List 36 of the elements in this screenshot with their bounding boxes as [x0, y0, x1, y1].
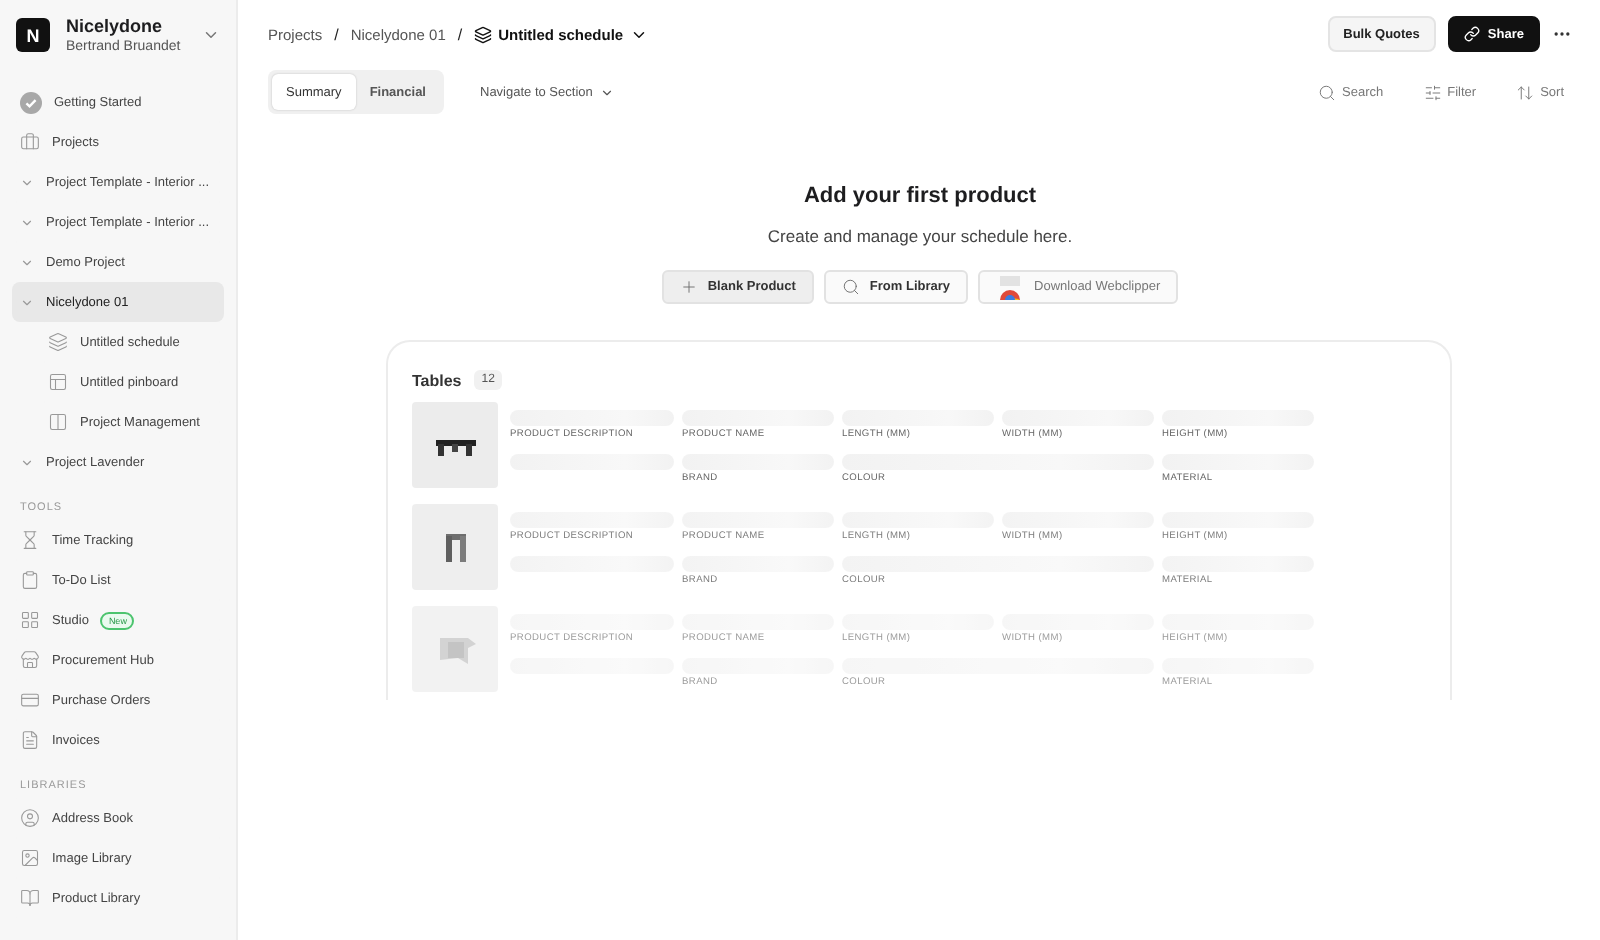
briefcase-icon	[20, 132, 40, 152]
chevron-icon	[20, 255, 34, 269]
chevron-icon	[20, 175, 34, 189]
store-icon	[20, 650, 40, 670]
chevron-icon	[600, 85, 615, 99]
clipboard-icon	[20, 570, 40, 590]
search-icon	[841, 278, 860, 296]
columns-icon	[48, 412, 68, 432]
browser-icon	[996, 275, 1025, 299]
hourglass-icon	[20, 530, 40, 550]
sort-icon	[1516, 83, 1535, 101]
check-icon	[20, 91, 42, 113]
chevron-icon	[20, 215, 34, 229]
layout-icon	[48, 372, 68, 392]
grid-icon	[20, 610, 40, 630]
plus-icon	[679, 278, 698, 296]
chevron-icon[interactable]	[202, 26, 220, 44]
card-icon	[20, 690, 40, 710]
layers-icon	[48, 332, 68, 352]
book-icon	[20, 888, 40, 908]
search-icon	[1318, 83, 1337, 101]
workspace-logo: N	[16, 18, 50, 52]
filter-icon	[1423, 83, 1442, 101]
chevron-icon	[20, 295, 34, 309]
tables-title: Tables	[412, 371, 462, 389]
empty-title: Add your first product	[803, 184, 1037, 208]
breadcrumb-separator: /	[334, 25, 339, 43]
breadcrumb-separator: /	[457, 25, 463, 43]
workspace-name: Nicelydone	[66, 16, 165, 36]
user-icon	[20, 808, 40, 828]
document-icon	[20, 730, 40, 750]
link-icon	[1463, 26, 1480, 42]
image-icon	[20, 848, 40, 868]
chevron-icon	[20, 455, 34, 469]
layers-icon	[474, 25, 493, 43]
empty-subtitle: Create and manage your schedule here.	[767, 226, 1073, 246]
